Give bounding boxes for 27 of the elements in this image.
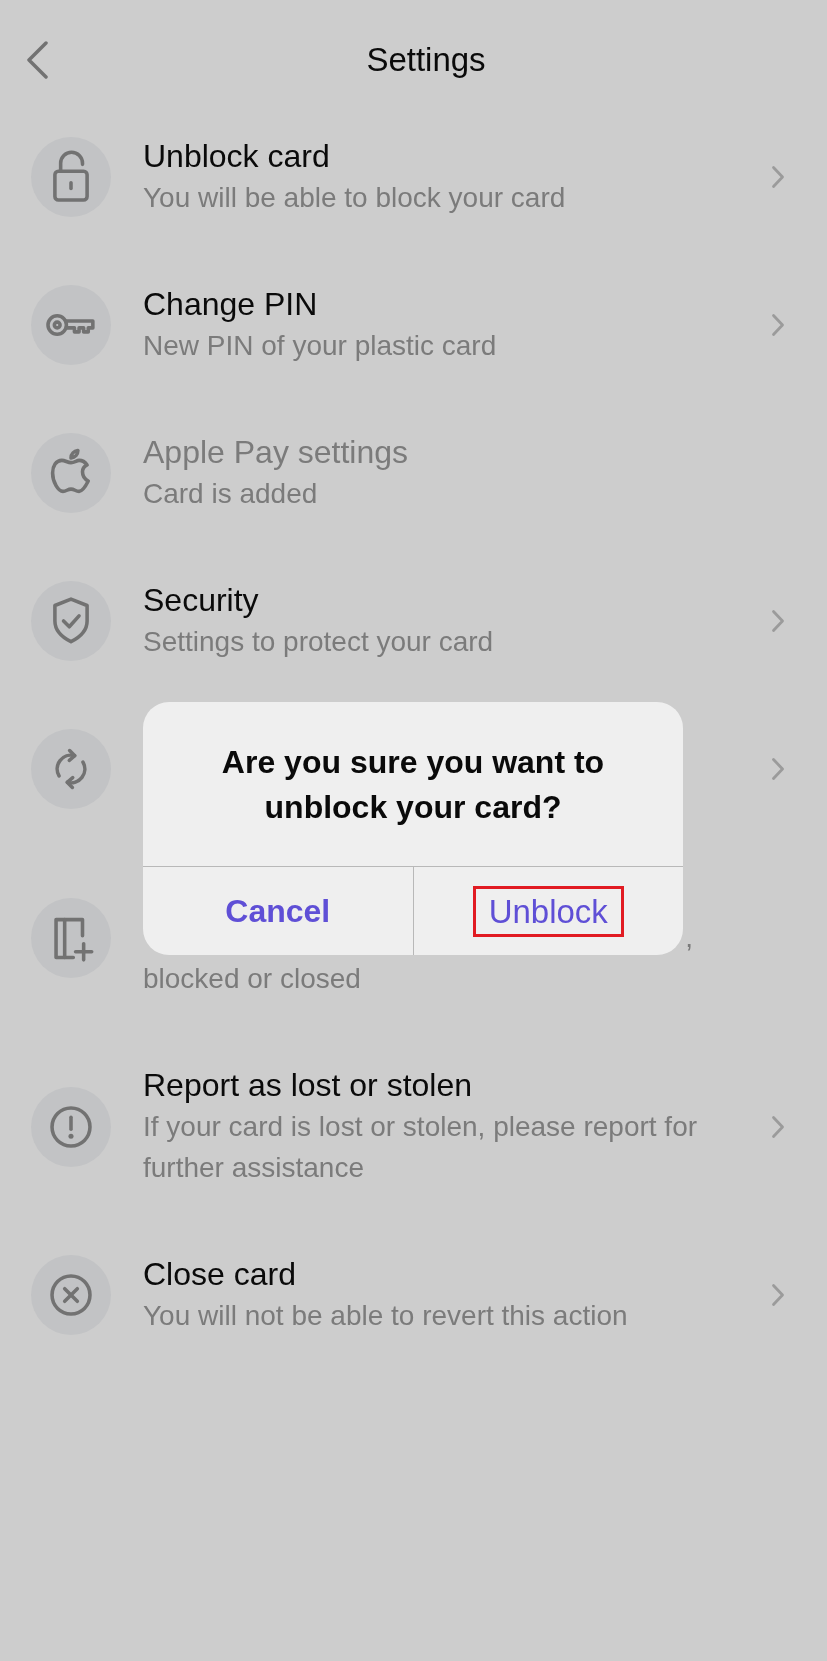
item-title: Change PIN: [143, 285, 318, 324]
exclamation-circle-icon: [31, 1086, 111, 1167]
apple-icon: [31, 433, 111, 513]
dialog-button[interactable]: Unblock: [472, 885, 624, 937]
key-icon: [31, 285, 111, 365]
shield-check-icon: [31, 581, 111, 661]
item-title: Apple Pay settings: [143, 433, 409, 472]
item-subtitle: Card is added: [143, 477, 319, 511]
item-subtitle: If your card is lost or stolen, please report for further assistance: [143, 1110, 699, 1185]
refresh-icon: [31, 729, 111, 809]
item-subtitle: blocked or closed: [143, 962, 362, 996]
item-subtitle: You will be able to block your card: [143, 181, 567, 215]
item-title: Close card: [143, 1255, 296, 1294]
card-plus-icon: [31, 897, 111, 978]
open-padlock-icon: [31, 137, 111, 217]
item-title: Report as lost or stolen: [143, 1066, 473, 1105]
dialog-button[interactable]: Cancel: [209, 885, 347, 937]
close-circle-icon: [31, 1255, 111, 1335]
item-title: Unblock card: [143, 137, 330, 176]
item-subtitle: You will not be able to revert this action: [143, 1299, 629, 1333]
page-title: Settings: [366, 40, 486, 80]
item-title: Security: [143, 581, 259, 620]
back-icon[interactable]: [25, 41, 49, 79]
item-subtitle: Settings to protect your card: [143, 625, 495, 659]
dialog-title: Are you sure you want to unblock your card?: [220, 743, 606, 827]
item-subtitle: New PIN of your plastic card: [143, 329, 498, 363]
item-subtitle: ,: [685, 921, 693, 955]
